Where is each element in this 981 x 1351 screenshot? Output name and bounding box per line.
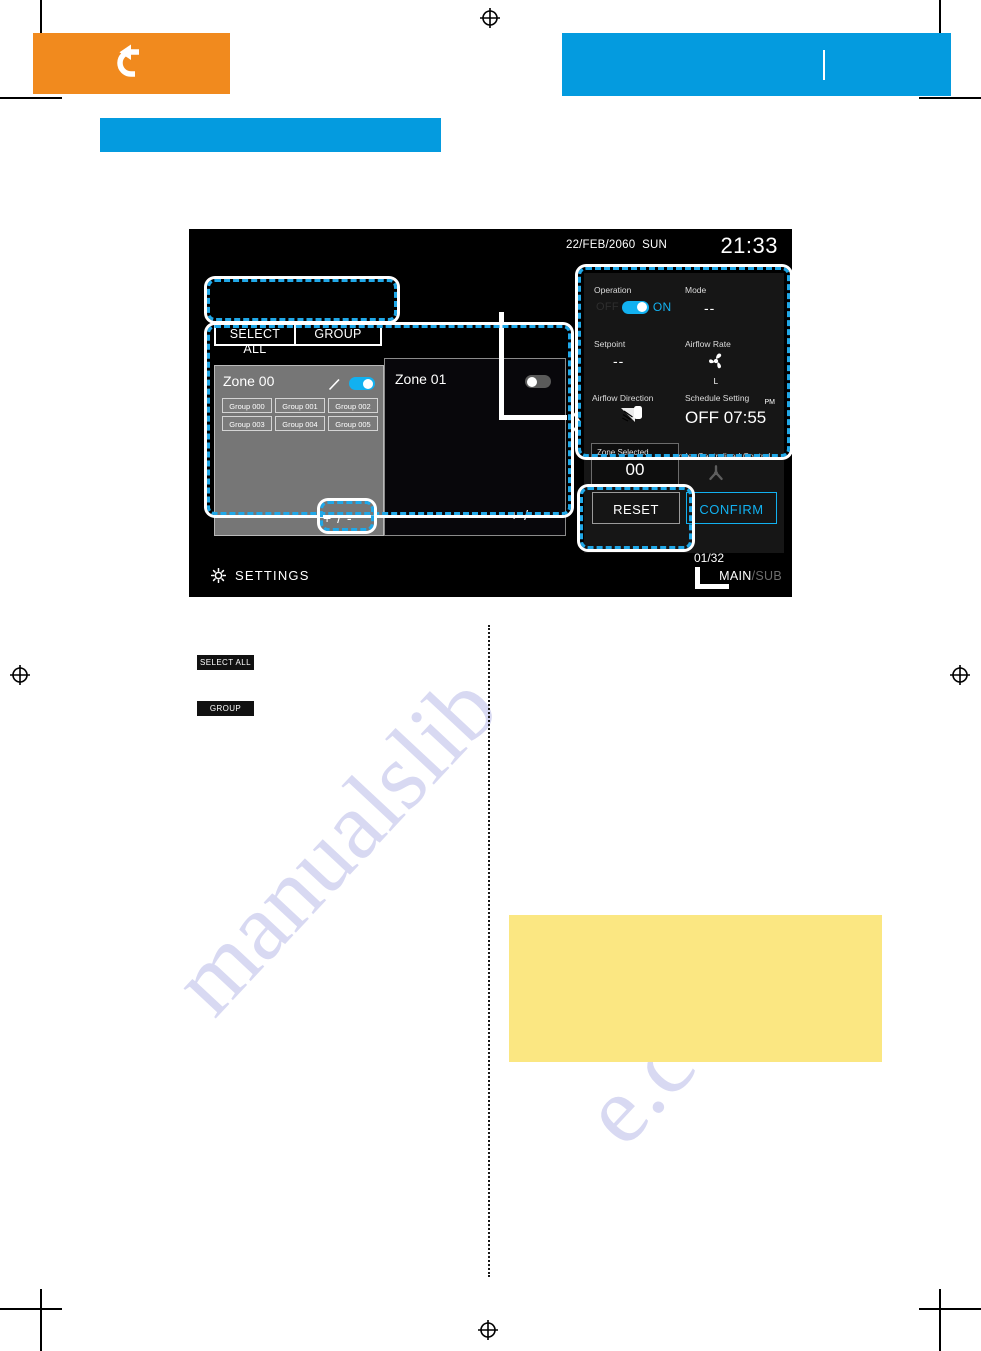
crop-mark-top-left-horizontal (0, 97, 62, 99)
crop-mark-bottom-left-vertical (40, 1289, 42, 1351)
page-watermark: manualslib e.com (0, 0, 981, 1351)
highlight-info-panel (578, 267, 790, 457)
page-title-bar (562, 33, 951, 96)
confirm-button[interactable]: CONFIRM (686, 492, 777, 524)
highlight-zone-toolbar (207, 279, 397, 321)
highlight-zone-selected (580, 487, 692, 549)
gear-icon (211, 568, 226, 583)
centralized-control-icon (709, 465, 723, 481)
highlight-plus-minus (320, 501, 374, 531)
status-bar-time: 21:33 (720, 233, 778, 258)
settings-entry[interactable]: SETTINGS (211, 568, 310, 583)
highlight-zone-list (207, 325, 571, 515)
status-bar-date: 22/FEB/2060 SUN (566, 239, 667, 251)
status-bar: 22/FEB/2060 SUN 21:33 (189, 233, 792, 259)
note-block (509, 915, 882, 1062)
column-divider (488, 625, 490, 1277)
registration-mark-bottom (478, 1320, 498, 1340)
registration-mark-left (10, 665, 30, 685)
status-date-value: 22/FEB/2060 (565, 239, 636, 251)
crop-mark-bottom-right-vertical (939, 1289, 941, 1351)
registration-mark-top (480, 8, 500, 28)
sub-label: SUB (755, 569, 782, 583)
device-screen: 22/FEB/2060 SUN 21:33 SELECT ALL GROUP Z… (189, 229, 792, 597)
crop-mark-bottom-left-horizontal (0, 1308, 62, 1310)
callout-line-page-indicator (695, 567, 729, 589)
inline-key-group: GROUP (197, 701, 254, 716)
crop-mark-top-right-horizontal (919, 97, 981, 99)
back-navigation-block[interactable] (33, 33, 230, 94)
settings-label: SETTINGS (235, 568, 310, 583)
back-arrow-icon (116, 44, 139, 77)
crop-mark-bottom-right-horizontal (919, 1308, 981, 1310)
inline-key-select-all: SELECT ALL (197, 655, 254, 670)
page-indicator: 01/32 (694, 551, 725, 565)
status-weekday-value: SUN (642, 239, 667, 251)
zone-selected-value: 00 (625, 460, 645, 479)
title-bar-divider (823, 50, 825, 80)
page-subtitle-bar (100, 118, 441, 152)
registration-mark-right (950, 665, 970, 685)
